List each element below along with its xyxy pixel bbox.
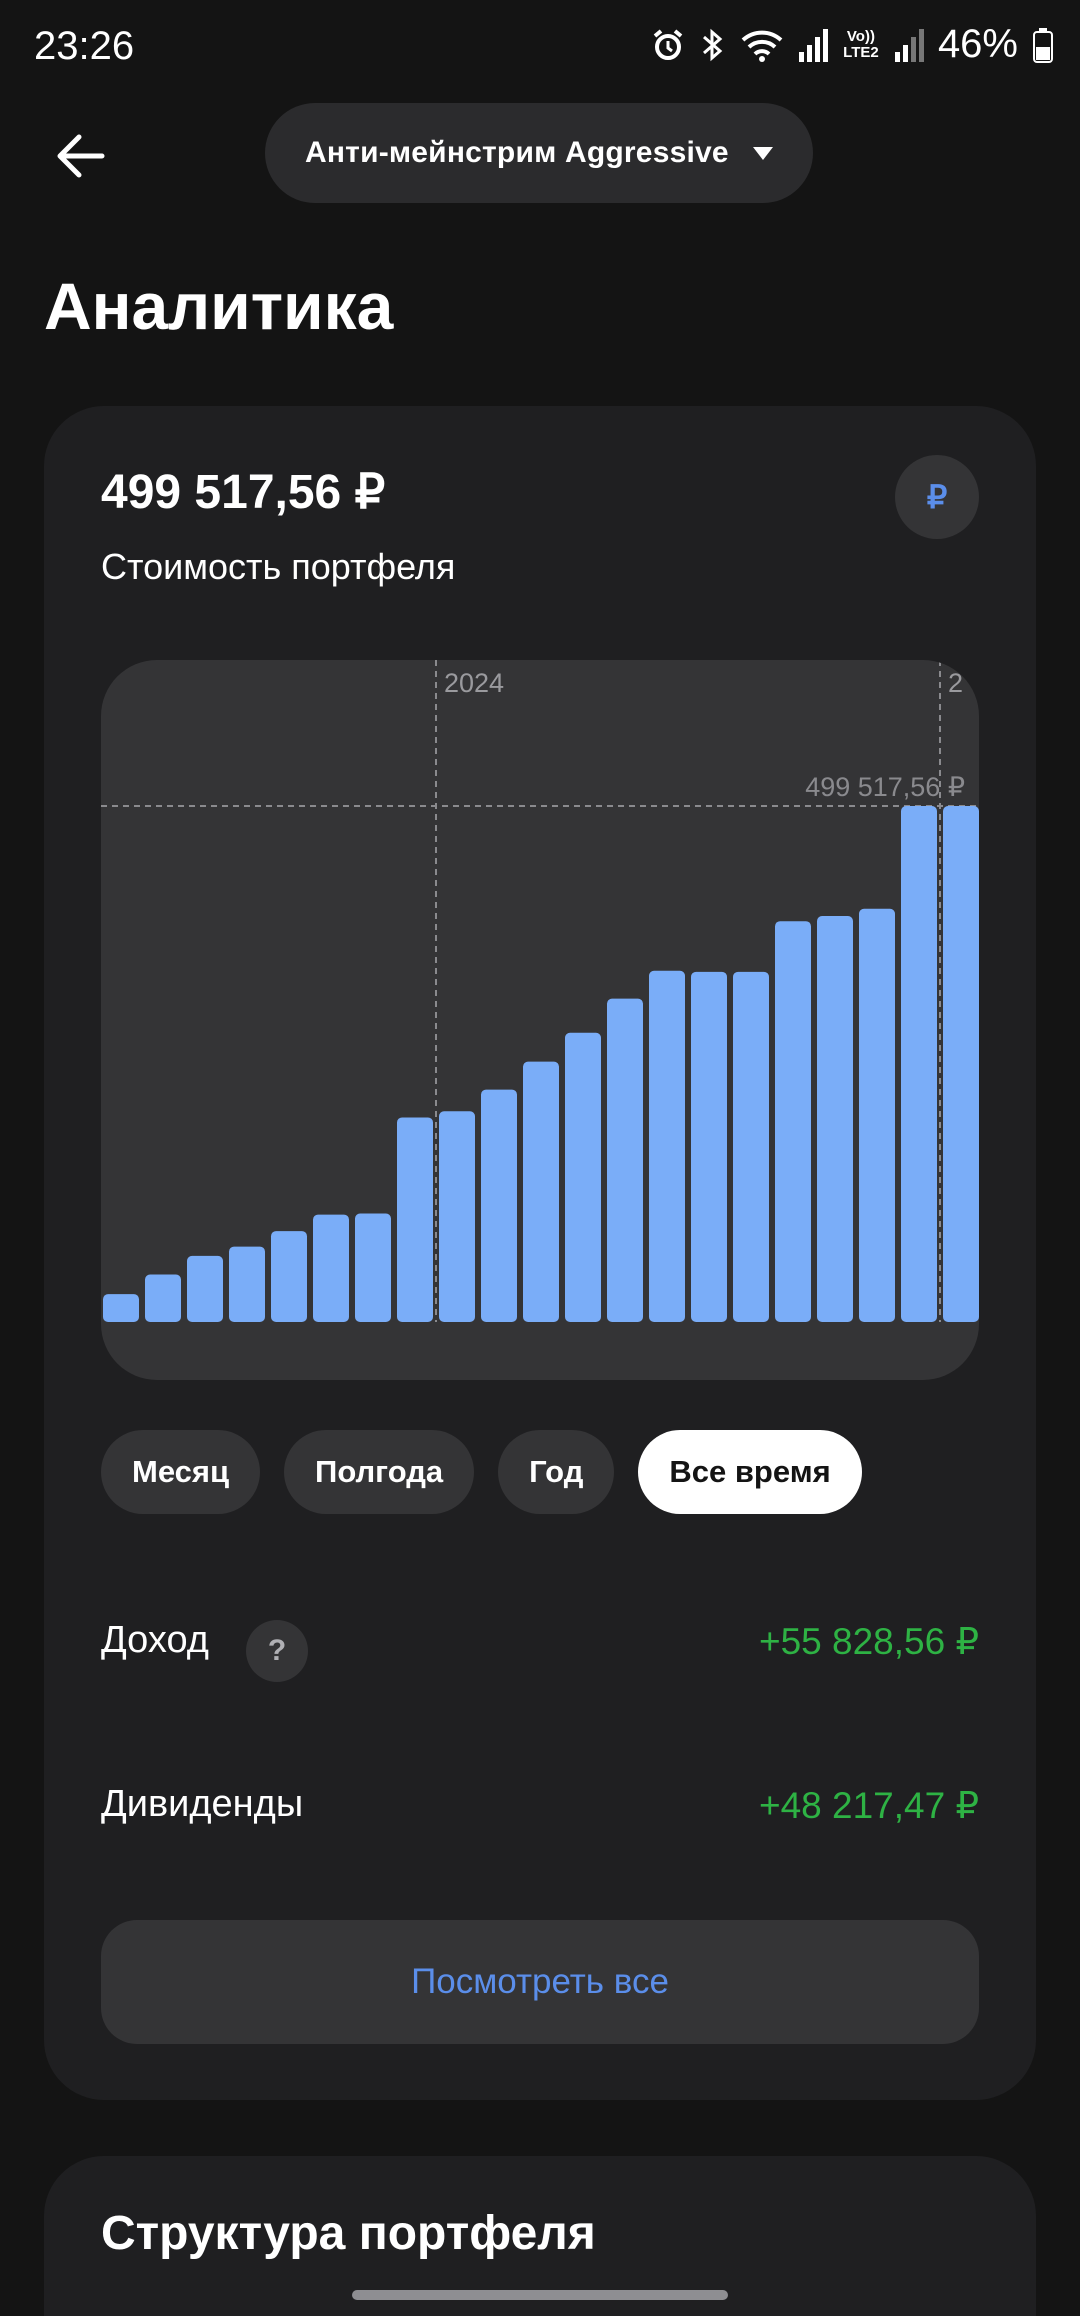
signal-icon bbox=[798, 28, 828, 62]
chart-bar[interactable] bbox=[439, 1111, 475, 1322]
chart-bar[interactable] bbox=[649, 970, 685, 1322]
battery-icon bbox=[1032, 27, 1054, 63]
year-marker-label: 2 bbox=[948, 668, 963, 698]
battery-percent: 46% bbox=[937, 22, 1018, 66]
page-title: Аналитика bbox=[44, 269, 394, 343]
ruble-icon: ₽ bbox=[926, 479, 948, 515]
chart-bar[interactable] bbox=[775, 921, 811, 1322]
max-value-label: 499 517,56 ₽ bbox=[805, 772, 965, 802]
period-year[interactable]: Год bbox=[498, 1430, 615, 1514]
portfolio-value-label: Стоимость портфеля bbox=[101, 546, 456, 587]
chart-bar[interactable] bbox=[607, 998, 643, 1322]
chart-bar[interactable] bbox=[565, 1032, 601, 1322]
network-label: Vo)) LTE2 bbox=[843, 27, 879, 61]
chart-bar[interactable] bbox=[901, 806, 937, 1322]
status-time: 23:26 bbox=[34, 24, 135, 68]
chart-bar[interactable] bbox=[691, 971, 727, 1322]
period-selector: Месяц Полгода Год Все время bbox=[101, 1430, 862, 1514]
portfolio-chart[interactable]: 499 517,56 ₽ 2024 2 bbox=[101, 660, 979, 1380]
chart-bar[interactable] bbox=[103, 1294, 139, 1322]
back-button[interactable] bbox=[48, 124, 112, 188]
question-icon: ? bbox=[267, 1634, 287, 1667]
chart-bar[interactable] bbox=[733, 971, 769, 1322]
period-month[interactable]: Месяц bbox=[101, 1430, 261, 1514]
home-indicator[interactable] bbox=[352, 2290, 728, 2300]
chart-bar[interactable] bbox=[397, 1117, 433, 1322]
chart-bar[interactable] bbox=[145, 1274, 181, 1322]
income-label: Доход bbox=[101, 1619, 209, 1661]
chart-bar[interactable] bbox=[859, 908, 895, 1322]
chart-bar[interactable] bbox=[229, 1246, 265, 1322]
status-icons: Vo)) LTE2 46% bbox=[650, 22, 1054, 67]
chart-bar[interactable] bbox=[271, 1231, 307, 1322]
currency-button[interactable]: ₽ bbox=[895, 455, 979, 539]
help-button[interactable]: ? bbox=[246, 1620, 308, 1682]
income-value: +55 828,56 ₽ bbox=[758, 1621, 979, 1662]
period-all-time[interactable]: Все время bbox=[638, 1430, 862, 1514]
portfolio-value: 499 517,56 ₽ bbox=[101, 466, 386, 519]
portfolio-structure-title: Структура портфеля bbox=[101, 2207, 596, 2260]
bluetooth-icon bbox=[700, 27, 726, 63]
chevron-down-icon bbox=[753, 147, 773, 160]
alarm-icon bbox=[650, 27, 686, 63]
chart-bar[interactable] bbox=[313, 1214, 349, 1322]
chart-bar[interactable] bbox=[481, 1089, 517, 1322]
chart-bar[interactable] bbox=[943, 806, 979, 1322]
chart-bar[interactable] bbox=[523, 1061, 559, 1322]
analytics-card: 499 517,56 ₽ Стоимость портфеля ₽ 499 51… bbox=[44, 406, 1036, 2100]
chart-canvas: 499 517,56 ₽ 2024 2 bbox=[101, 660, 979, 1322]
period-half-year[interactable]: Полгода bbox=[284, 1430, 475, 1514]
portfolio-name: Анти-мейнстрим Aggressive bbox=[305, 136, 729, 169]
arrow-left-icon bbox=[57, 134, 105, 178]
chart-bar[interactable] bbox=[355, 1213, 391, 1322]
chart-bar[interactable] bbox=[817, 916, 853, 1322]
view-all-button[interactable]: Посмотреть все bbox=[101, 1920, 979, 2044]
chart-bar[interactable] bbox=[187, 1255, 223, 1322]
portfolio-selector[interactable]: Анти-мейнстрим Aggressive bbox=[265, 103, 813, 203]
year-marker-label: 2024 bbox=[444, 668, 504, 698]
dividends-value: +48 217,47 ₽ bbox=[758, 1785, 979, 1826]
dividends-label: Дивиденды bbox=[101, 1783, 304, 1825]
signal-icon bbox=[894, 28, 924, 62]
status-bar: 23:26 Vo)) LTE2 46% bbox=[0, 0, 1080, 92]
wifi-icon bbox=[740, 27, 784, 63]
